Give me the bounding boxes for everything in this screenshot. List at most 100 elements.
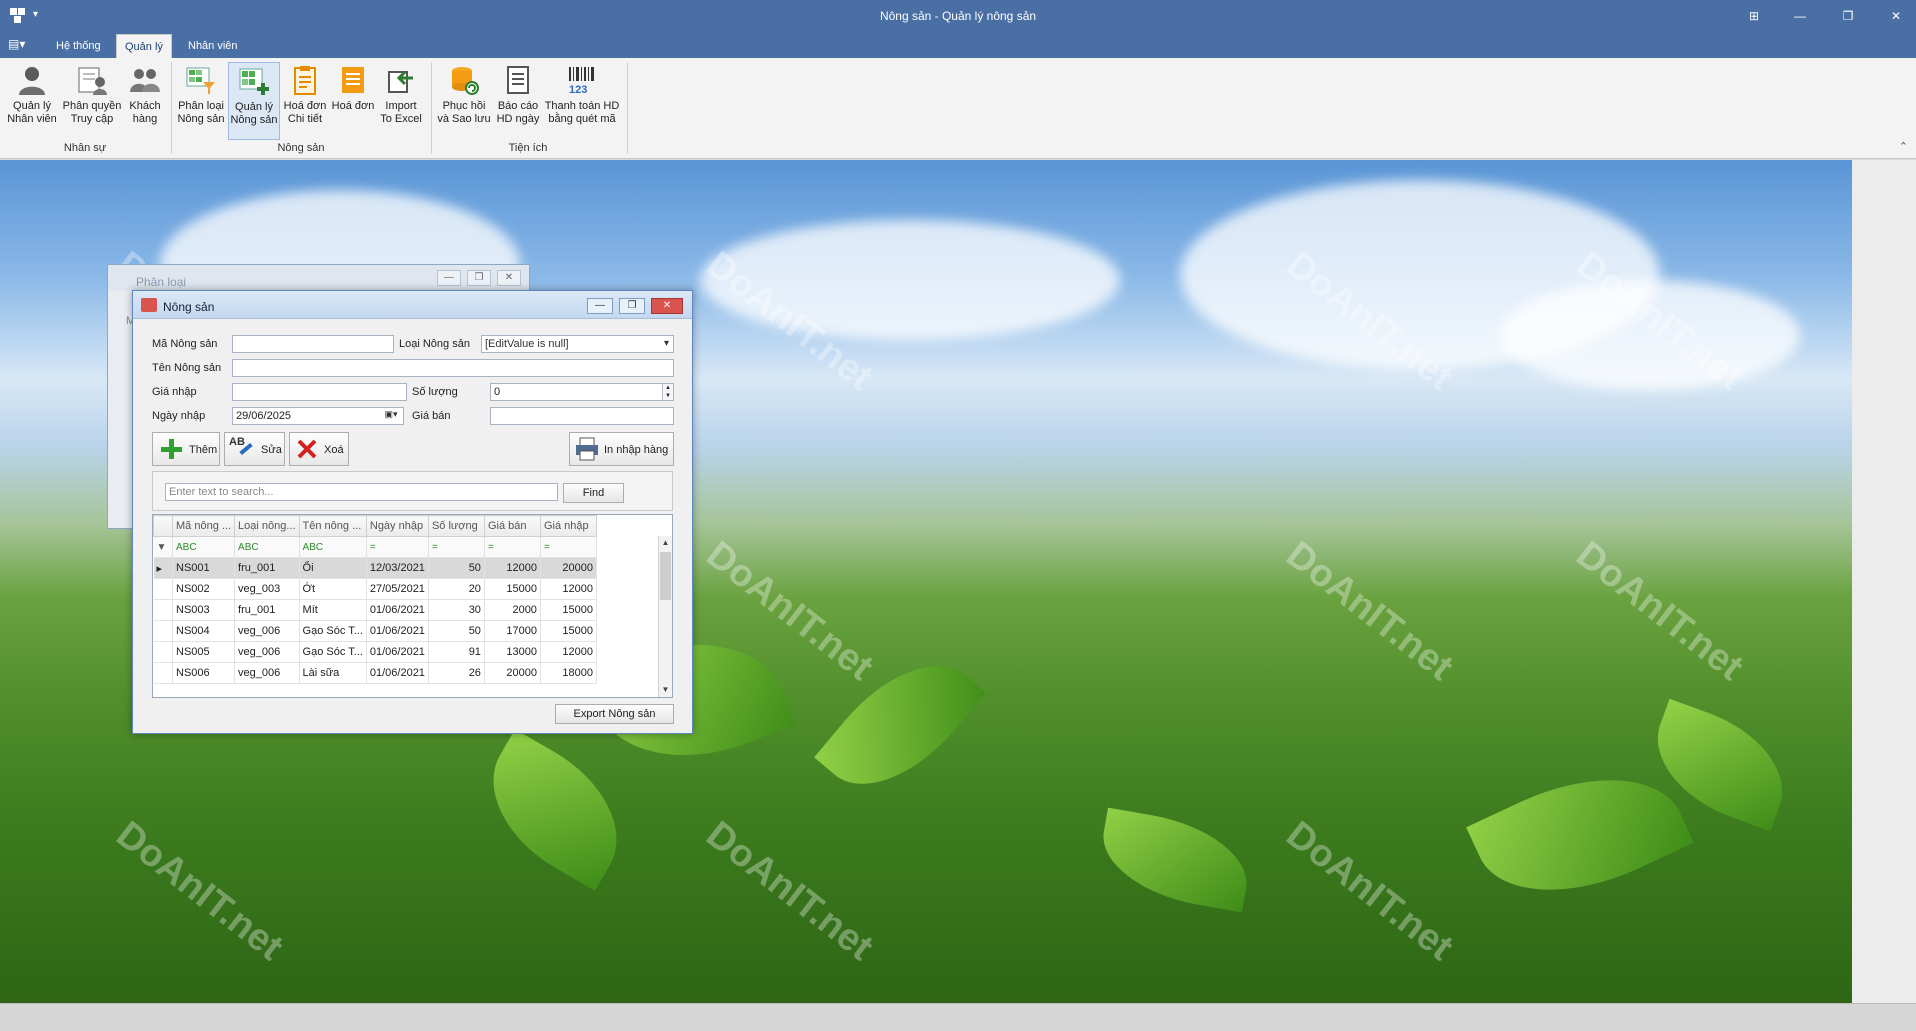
cell-gia-nhap[interactable]: 12000: [540, 641, 597, 663]
so-luong-spin-input[interactable]: 0 ▲ ▼: [490, 383, 674, 401]
phan-quyen-truy-cap-button[interactable]: Phân quyền Truy cập: [62, 62, 122, 140]
cell-ma[interactable]: NS001: [172, 557, 236, 579]
phan-loai-restore-button[interactable]: ❐: [466, 270, 491, 286]
cell-loai[interactable]: veg_006: [234, 620, 300, 642]
cell-ten[interactable]: Gạo Sóc T...: [299, 620, 367, 642]
column-header[interactable]: Ngày nhập: [365, 515, 429, 537]
tab-nhan-vien[interactable]: Nhân viên: [180, 34, 246, 58]
cell-ten[interactable]: Ổi: [299, 557, 367, 579]
hoa-don-chi-tiet-button[interactable]: Hoá đơn Chi tiết: [282, 62, 328, 140]
xoa-button[interactable]: Xoá: [289, 432, 349, 466]
ten-nong-san-input[interactable]: [232, 359, 674, 377]
cell-ma[interactable]: NS006: [172, 662, 236, 684]
cell-gia-nhap[interactable]: 12000: [540, 578, 597, 600]
cell-gia-nhap[interactable]: 15000: [540, 599, 597, 621]
spin-buttons[interactable]: ▲ ▼: [662, 384, 673, 400]
scroll-down-icon[interactable]: ▼: [659, 683, 672, 697]
column-header[interactable]: Mã nông ...: [171, 515, 236, 537]
gia-nhap-input[interactable]: [232, 383, 407, 401]
cell-ma[interactable]: NS004: [172, 620, 236, 642]
cell-gia-ban[interactable]: 17000: [484, 620, 541, 642]
phan-loai-close-button[interactable]: ✕: [497, 270, 521, 286]
column-header[interactable]: Số lượng: [427, 515, 485, 537]
cell-loai[interactable]: fru_001: [234, 599, 300, 621]
find-button[interactable]: Find: [563, 483, 624, 503]
search-input[interactable]: Enter text to search...: [165, 483, 558, 501]
cell-loai[interactable]: veg_003: [234, 578, 300, 600]
table-row[interactable]: NS006 veg_006 Lài sữa 01/06/2021 26 2000…: [153, 662, 597, 684]
import-to-excel-button[interactable]: Import To Excel: [378, 62, 424, 140]
tab-quan-ly[interactable]: Quản lý: [116, 34, 172, 58]
filter-cell[interactable]: =: [428, 536, 485, 558]
cell-so-luong[interactable]: 50: [428, 557, 485, 579]
calendar-dropdown-icon[interactable]: ▣▾: [381, 409, 401, 423]
column-header[interactable]: Tên nông ...: [298, 515, 367, 537]
table-row[interactable]: NS002 veg_003 Ớt 27/05/2021 20 15000 120…: [153, 578, 597, 600]
cell-ma[interactable]: NS002: [172, 578, 236, 600]
quan-ly-nong-san-button[interactable]: Quản lý Nông sản: [228, 62, 280, 140]
export-nong-san-button[interactable]: Export Nông sản: [555, 704, 674, 724]
gia-ban-input[interactable]: [490, 407, 674, 425]
cell-ngay-nhap[interactable]: 01/06/2021: [366, 620, 429, 642]
cell-gia-nhap[interactable]: 15000: [540, 620, 597, 642]
cell-so-luong[interactable]: 26: [428, 662, 485, 684]
cell-ngay-nhap[interactable]: 12/03/2021: [366, 557, 429, 579]
sua-button[interactable]: AB Sửa: [224, 432, 285, 466]
cell-loai[interactable]: veg_006: [234, 641, 300, 663]
cell-gia-nhap[interactable]: 18000: [540, 662, 597, 684]
cell-ma[interactable]: NS003: [172, 599, 236, 621]
cell-gia-nhap[interactable]: 20000: [540, 557, 597, 579]
cell-gia-ban[interactable]: 12000: [484, 557, 541, 579]
filter-cell[interactable]: ABC: [172, 536, 236, 558]
ribbon-display-options-button[interactable]: ⊞: [1740, 6, 1768, 26]
nong-san-grid[interactable]: Mã nông ... Loại nông... Tên nông ... Ng…: [152, 514, 673, 698]
cell-loai[interactable]: fru_001: [234, 557, 300, 579]
application-menu-icon[interactable]: ▤▾: [8, 37, 34, 55]
cell-loai[interactable]: veg_006: [234, 662, 300, 684]
table-row[interactable]: NS003 fru_001 Mít 01/06/2021 30 2000 150…: [153, 599, 597, 621]
cell-ngay-nhap[interactable]: 01/06/2021: [366, 599, 429, 621]
cell-ten[interactable]: Mít: [299, 599, 367, 621]
cell-so-luong[interactable]: 20: [428, 578, 485, 600]
thanh-toan-quet-ma-button[interactable]: 123 Thanh toán HD bằng quét mã: [544, 62, 620, 140]
phuc-hoi-sao-luu-button[interactable]: Phục hồi và Sao lưu: [436, 62, 492, 140]
cell-so-luong[interactable]: 30: [428, 599, 485, 621]
column-header[interactable]: Loại nông...: [234, 515, 300, 537]
table-row[interactable]: NS005 veg_006 Gạo Sóc T... 01/06/2021 91…: [153, 641, 597, 663]
filter-cell[interactable]: =: [484, 536, 541, 558]
cell-gia-ban[interactable]: 2000: [484, 599, 541, 621]
in-nhap-hang-button[interactable]: In nhập hàng: [569, 432, 674, 466]
cell-gia-ban[interactable]: 13000: [484, 641, 541, 663]
column-header[interactable]: Giá nhập: [539, 515, 597, 537]
filter-cell[interactable]: =: [366, 536, 429, 558]
filter-cell[interactable]: ABC: [234, 536, 300, 558]
cell-so-luong[interactable]: 91: [428, 641, 485, 663]
ma-nong-san-input[interactable]: [232, 335, 394, 353]
restore-button[interactable]: ❐: [1834, 6, 1862, 26]
phan-loai-minimize-button[interactable]: —: [436, 270, 461, 286]
filter-cell[interactable]: ABC: [299, 536, 367, 558]
ngay-nhap-date-input[interactable]: 29/06/2025 ▣▾: [232, 407, 404, 425]
grid-vertical-scrollbar[interactable]: ▲ ▼: [658, 536, 672, 697]
cell-gia-ban[interactable]: 15000: [484, 578, 541, 600]
cell-ngay-nhap[interactable]: 01/06/2021: [366, 641, 429, 663]
tab-he-thong[interactable]: Hệ thống: [48, 34, 109, 58]
them-button[interactable]: Thêm: [152, 432, 220, 466]
cell-ngay-nhap[interactable]: 27/05/2021: [366, 578, 429, 600]
filter-icon[interactable]: ▼: [153, 536, 173, 558]
quan-ly-nhan-vien-button[interactable]: Quản lý Nhân viên: [4, 62, 60, 140]
loai-nong-san-dropdown[interactable]: [EditValue is null]: [481, 335, 674, 353]
collapse-ribbon-icon[interactable]: ⌃: [1899, 140, 1908, 153]
phan-loai-nong-san-button[interactable]: Phân loại Nông sản: [176, 62, 226, 140]
cell-gia-ban[interactable]: 20000: [484, 662, 541, 684]
dialog-restore-button[interactable]: ❐: [619, 298, 645, 314]
cell-ten[interactable]: Ớt: [299, 578, 367, 600]
cell-so-luong[interactable]: 50: [428, 620, 485, 642]
close-button[interactable]: ✕: [1882, 6, 1910, 26]
dialog-minimize-button[interactable]: —: [587, 298, 613, 314]
cell-ten[interactable]: Lài sữa: [299, 662, 367, 684]
cell-ten[interactable]: Gạo Sóc T...: [299, 641, 367, 663]
scroll-up-icon[interactable]: ▲: [659, 536, 672, 550]
table-row[interactable]: ▸ NS001 fru_001 Ổi 12/03/2021 50 12000 2…: [153, 557, 597, 579]
table-row[interactable]: NS004 veg_006 Gạo Sóc T... 01/06/2021 50…: [153, 620, 597, 642]
